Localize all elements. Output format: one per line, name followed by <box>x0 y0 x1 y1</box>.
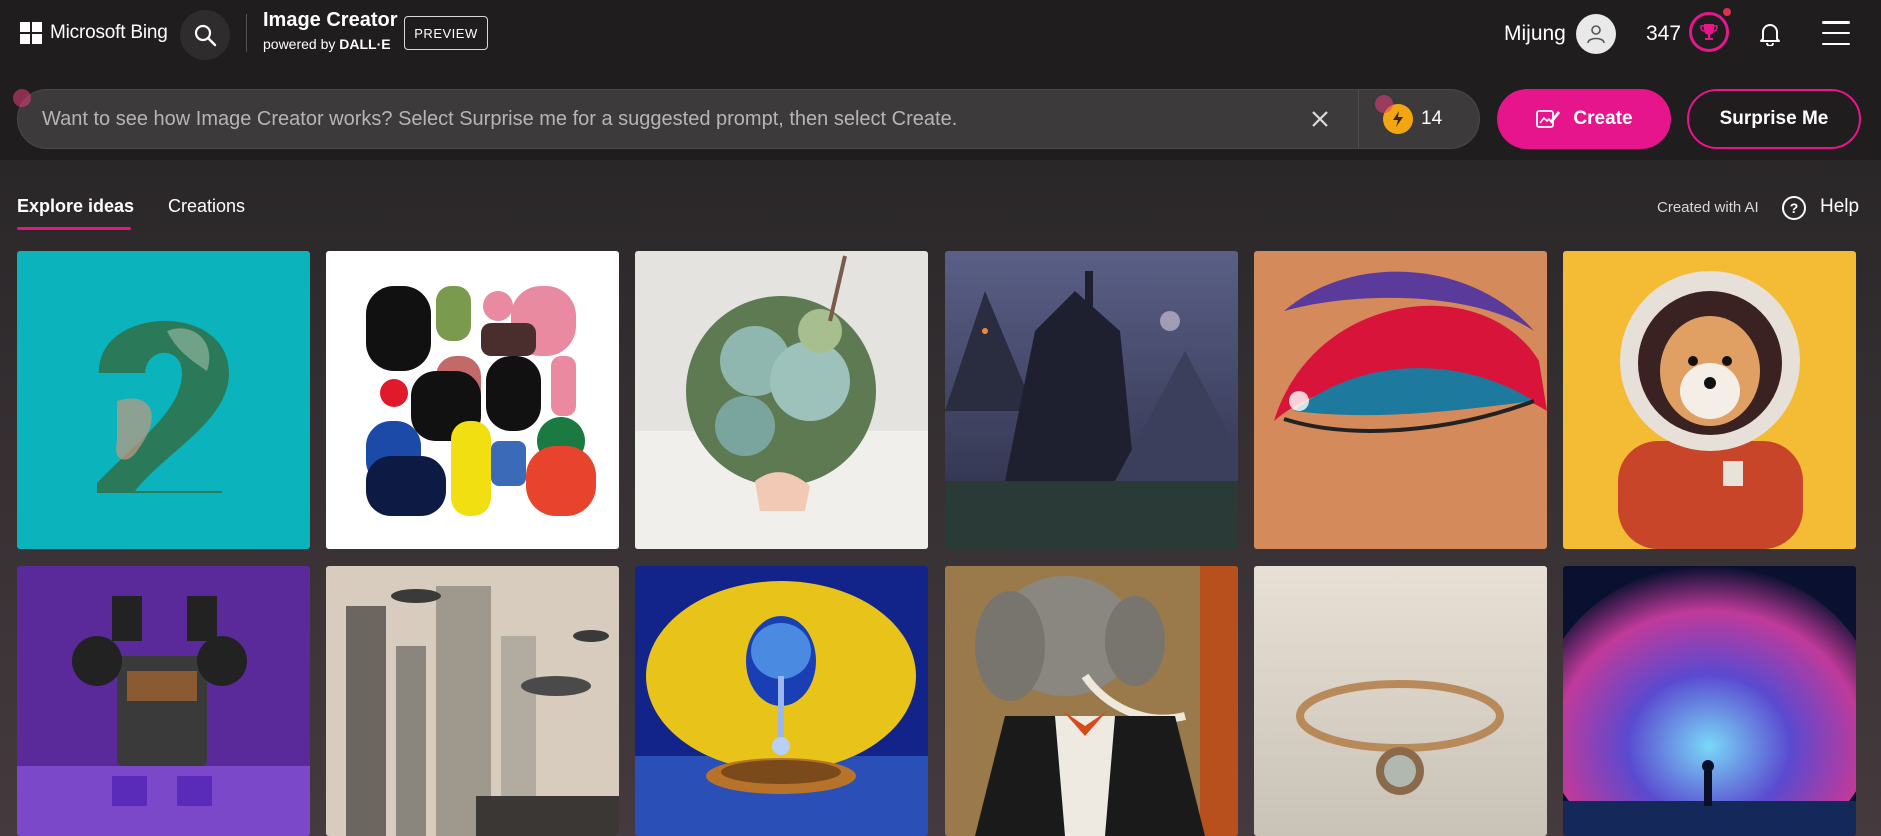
menu-line <box>1822 31 1850 35</box>
gallery-thumbnail <box>1254 566 1547 836</box>
gallery-image-number-two[interactable] <box>17 251 310 549</box>
logo-text: Microsoft Bing <box>50 22 168 43</box>
user-icon <box>1587 25 1605 44</box>
gallery-thumbnail <box>1254 251 1547 549</box>
help-link[interactable]: Help <box>1820 196 1859 218</box>
app-title[interactable]: Image Creator <box>263 9 398 32</box>
tab-explore-ideas[interactable]: Explore ideas <box>17 196 134 217</box>
avatar[interactable] <box>1576 14 1616 54</box>
close-icon <box>1312 111 1328 127</box>
gallery-thumbnail <box>326 251 619 549</box>
indicator-dot <box>13 89 31 107</box>
powered-by-brand: DALL·E <box>339 36 391 52</box>
gallery-thumbnail <box>17 566 310 836</box>
powered-by: powered by DALL·E <box>263 36 391 52</box>
clear-prompt-button[interactable] <box>1308 107 1332 131</box>
microsoft-bing-logo[interactable]: Microsoft Bing <box>20 22 168 44</box>
gallery-image-foggy-city[interactable] <box>326 566 619 836</box>
rewards-trophy-button[interactable] <box>1689 12 1729 52</box>
gallery-image-dark-castle[interactable] <box>945 251 1238 549</box>
gallery-image-cosmic-nebula[interactable] <box>1563 566 1856 836</box>
notifications-button[interactable] <box>1757 21 1783 47</box>
create-icon <box>1536 110 1561 128</box>
gallery-image-elephant-tuxedo[interactable] <box>945 566 1238 836</box>
preview-badge: PREVIEW <box>404 16 488 50</box>
header-divider <box>246 14 247 52</box>
tab-creations[interactable]: Creations <box>168 196 245 217</box>
menu-line <box>1822 42 1850 45</box>
search-icon <box>194 24 217 47</box>
create-button[interactable]: Create <box>1497 89 1671 149</box>
gallery-image-succulent-bouquet[interactable] <box>635 251 928 549</box>
gallery-thumbnail <box>326 566 619 836</box>
powered-by-prefix: powered by <box>263 36 336 52</box>
gallery-thumbnail <box>945 251 1238 549</box>
gallery-thumbnail <box>1563 566 1856 836</box>
boost-count: 14 <box>1421 108 1443 129</box>
gallery-thumbnail <box>635 566 928 836</box>
gallery-image-astronaut-dog[interactable] <box>1563 251 1856 549</box>
trophy-icon <box>1700 24 1718 40</box>
gallery-image-purple-robot[interactable] <box>17 566 310 836</box>
prompt-divider <box>1358 90 1359 148</box>
gallery-thumbnail <box>635 251 928 549</box>
rewards-points[interactable]: 347 <box>1646 22 1681 46</box>
menu-button[interactable] <box>1822 21 1850 45</box>
lightning-icon <box>1393 111 1403 127</box>
bell-icon <box>1760 24 1780 46</box>
user-name[interactable]: Mijung <box>1504 22 1566 46</box>
prompt-input[interactable] <box>42 90 1292 148</box>
gallery-thumbnail <box>945 566 1238 836</box>
active-tab-underline <box>17 227 131 230</box>
gallery-image-eyeshadow[interactable] <box>1254 251 1547 549</box>
gallery-image-lemon-drop[interactable] <box>635 566 928 836</box>
notification-dot <box>1723 8 1731 16</box>
indicator-dot <box>1375 95 1393 113</box>
gallery-thumbnail <box>17 251 310 549</box>
gallery-image-abstract-shapes[interactable] <box>326 251 619 549</box>
created-with-ai-label: Created with AI <box>1657 199 1759 216</box>
windows-logo-icon <box>20 22 42 44</box>
gallery-thumbnail <box>1563 251 1856 549</box>
prompt-bar: 14 <box>17 89 1480 149</box>
surprise-me-button[interactable]: Surprise Me <box>1687 89 1861 149</box>
help-icon[interactable]: ? <box>1782 196 1806 220</box>
gallery-image-gold-ring[interactable] <box>1254 566 1547 836</box>
menu-line <box>1822 21 1850 24</box>
create-label: Create <box>1573 108 1633 129</box>
search-button[interactable] <box>180 10 230 60</box>
